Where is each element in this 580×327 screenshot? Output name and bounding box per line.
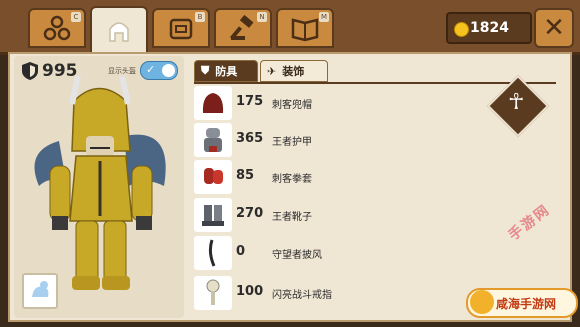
toggle-knob: [162, 64, 175, 77]
hotkey-b: B: [195, 12, 205, 22]
helmet-icon: [109, 22, 129, 42]
tab-armor[interactable]: ⛊ 防具: [194, 60, 258, 82]
pet-slot[interactable]: [22, 273, 58, 309]
equip-name: 刺客兜帽: [272, 100, 312, 111]
equip-value: 100: [236, 284, 264, 299]
equip-row-hood[interactable]: 175 刺客兜帽: [194, 86, 484, 120]
armor-icon: [194, 123, 232, 157]
coin-amount: 1824: [470, 20, 509, 36]
show-helmet-toggle[interactable]: ✓: [140, 61, 178, 80]
hotkey-n: N: [257, 12, 267, 22]
equip-row-cape[interactable]: 0 守望者披风: [194, 236, 484, 270]
coin-counter: 1824: [446, 12, 532, 44]
equip-name: 王者靴子: [272, 212, 312, 223]
tab-bag[interactable]: B: [152, 8, 210, 48]
equip-name: 刺客拳套: [272, 174, 312, 185]
equip-name: 闪亮战斗戒指: [272, 290, 332, 301]
hotkey-c: C: [71, 12, 81, 22]
gauntlet-icon: [194, 160, 232, 194]
equip-value: 270: [236, 206, 264, 221]
equip-name: 王者护甲: [272, 137, 312, 148]
backpack-icon: [169, 18, 193, 40]
pet-icon: [32, 281, 49, 297]
show-helmet-label: 显示头盔: [108, 67, 136, 75]
watermark-logo-icon: [470, 290, 494, 314]
tab-craft[interactable]: N: [214, 8, 272, 48]
close-button[interactable]: ✕: [534, 8, 574, 48]
check-icon: ✓: [146, 63, 156, 76]
tab-decoration-label: 装饰: [282, 65, 305, 78]
hammer-icon: [229, 14, 254, 40]
nodes-icon: [43, 15, 71, 41]
equip-value: 0: [236, 244, 246, 259]
hotkey-m: M: [319, 12, 329, 22]
tab-decoration[interactable]: ✈ 装饰: [260, 60, 328, 82]
watermark-text: 咸海手游网: [496, 296, 557, 311]
defense-value: 995: [42, 61, 78, 81]
equip-value: 85: [236, 168, 255, 183]
equip-row-ring[interactable]: 100 闪亮战斗戒指: [194, 276, 484, 310]
tab-divider: [194, 82, 556, 84]
equip-value: 365: [236, 131, 264, 146]
tab-book[interactable]: M: [276, 8, 334, 48]
coin-icon: [454, 22, 469, 37]
ring-icon: [194, 276, 232, 310]
shield-icon: [22, 62, 38, 80]
cape-icon: [194, 236, 232, 270]
book-icon: [291, 18, 319, 42]
hood-icon: [194, 86, 232, 120]
equip-row-armor[interactable]: 365 王者护甲: [194, 123, 484, 157]
equip-row-boots[interactable]: 270 王者靴子: [194, 198, 484, 232]
boots-icon: [194, 198, 232, 232]
shield-tab-icon: ⛊: [201, 64, 210, 77]
tab-equipment[interactable]: [90, 6, 148, 54]
equip-name: 守望者披风: [272, 250, 322, 261]
wing-icon: ✈: [267, 64, 277, 78]
equip-value: 175: [236, 94, 264, 109]
equip-row-gauntlet[interactable]: 85 刺客拳套: [194, 160, 484, 194]
tab-skills[interactable]: C: [28, 8, 86, 48]
tab-armor-label: 防具: [215, 65, 238, 78]
ankh-icon: ☥: [508, 90, 525, 115]
